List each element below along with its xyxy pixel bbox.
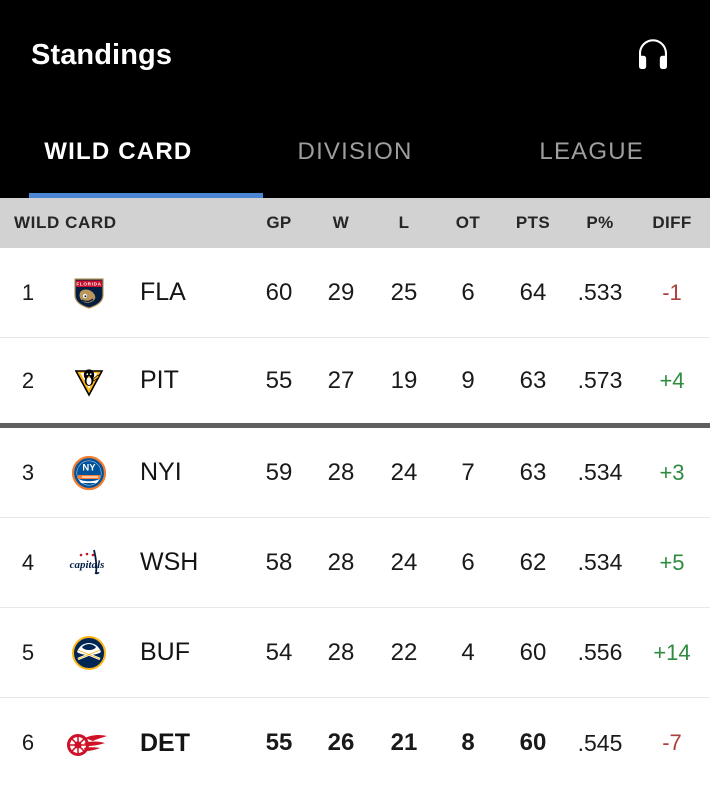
cell-pts: 60: [519, 638, 547, 666]
svg-text:capitals: capitals: [70, 559, 105, 571]
cell-team: DET: [140, 728, 190, 757]
table-row[interactable]: 6 DET 55 26 21 8 60 .545 -7: [0, 698, 710, 788]
table-row[interactable]: 1 FLORIDA FLA 60 29 25 6 64 .533 -1: [0, 248, 710, 338]
new-york-islanders-logo: NY: [56, 453, 122, 493]
cell-rank: 6: [21, 730, 35, 755]
cell-rank: 4: [21, 549, 35, 575]
table-row[interactable]: 5 BUF 54 28 22 4 60 .556 +14: [0, 608, 710, 698]
cell-diff: -1: [662, 279, 682, 305]
cell-ot: 7: [461, 458, 475, 486]
column-header-ppct: P%: [586, 213, 614, 232]
cell-l: 24: [390, 458, 418, 486]
cell-l: 25: [390, 278, 418, 306]
page-title: Standings: [31, 38, 173, 71]
cell-team: PIT: [140, 366, 179, 394]
cell-ot: 6: [461, 548, 475, 576]
svg-text:FLORIDA: FLORIDA: [76, 281, 101, 286]
cell-w: 28: [327, 458, 355, 486]
cell-ppct: .573: [577, 367, 623, 393]
cell-pts: 63: [519, 458, 547, 486]
cell-team: NYI: [140, 458, 182, 486]
cell-l: 24: [390, 548, 418, 576]
cell-ppct: .534: [577, 549, 623, 575]
cell-w: 27: [327, 366, 355, 394]
cell-pts: 60: [519, 729, 547, 756]
cell-l: 21: [390, 729, 418, 756]
table-row[interactable]: 4 capitals WSH 58 28 24 6 62 .534 +5: [0, 518, 710, 608]
cell-diff: +14: [653, 639, 691, 665]
cell-gp: 55: [265, 366, 293, 394]
standings-table: WILD CARD GP W L OT PTS P% DIFF 1 FLORID…: [0, 198, 710, 788]
detroit-red-wings-logo: [56, 726, 122, 760]
cell-w: 28: [327, 638, 355, 666]
cell-ot: 4: [461, 638, 475, 666]
cell-rank: 3: [21, 459, 35, 485]
column-header-pts: PTS: [515, 213, 551, 232]
tab-bar: WILD CARD DIVISION LEAGUE: [0, 110, 710, 198]
cell-w: 26: [327, 729, 355, 756]
cell-pts: 64: [519, 278, 547, 306]
cell-rank: 5: [21, 639, 35, 665]
headphones-icon[interactable]: [630, 32, 676, 78]
florida-panthers-logo: FLORIDA: [56, 273, 122, 313]
washington-capitals-logo: capitals: [56, 546, 122, 580]
cell-ppct: .534: [577, 459, 623, 485]
tab-wild-card-label: WILD CARD: [44, 138, 193, 165]
standings-rows: 1 FLORIDA FLA 60 29 25 6 64.533 -1 2 PIT 55 27 19 9…: [0, 248, 710, 788]
cell-gp: 60: [265, 278, 293, 306]
cell-ot: 9: [461, 366, 475, 394]
tab-wild-card[interactable]: WILD CARD: [0, 110, 237, 198]
column-header-w: W: [332, 213, 350, 232]
cell-gp: 55: [265, 729, 293, 756]
cell-w: 28: [327, 548, 355, 576]
cell-team: BUF: [140, 638, 190, 666]
tab-division-label: DIVISION: [297, 138, 413, 165]
table-row[interactable]: 2 PIT 55 27 19 9 63 .573 +4: [0, 338, 710, 428]
cell-diff: -7: [662, 730, 682, 755]
cell-rank: 1: [21, 279, 35, 305]
cell-pts: 62: [519, 548, 547, 576]
cell-pts: 63: [519, 366, 547, 394]
buffalo-sabres-logo: [56, 633, 122, 673]
column-header-ot: OT: [455, 213, 481, 232]
column-header-group: WILD CARD: [14, 213, 117, 232]
cell-gp: 59: [265, 458, 293, 486]
cell-ppct: .545: [577, 729, 623, 756]
table-row[interactable]: 3 NY NYI 59 28 24 7 63 .534 +3: [0, 428, 710, 518]
cell-ot: 6: [461, 278, 475, 306]
cell-diff: +3: [659, 459, 685, 485]
pittsburgh-penguins-logo: [56, 361, 122, 401]
cell-diff: +5: [659, 549, 685, 575]
cell-gp: 54: [265, 638, 293, 666]
cell-diff: +4: [659, 367, 685, 393]
cell-team: FLA: [140, 278, 186, 306]
app-bar: Standings: [0, 0, 710, 110]
column-header-gp: GP: [266, 213, 292, 232]
cell-team: WSH: [140, 548, 199, 576]
cell-l: 19: [390, 366, 418, 394]
tab-league-label: LEAGUE: [539, 138, 644, 165]
cell-ot: 8: [461, 729, 475, 756]
cell-w: 29: [327, 278, 355, 306]
table-column-headers: WILD CARD GP W L OT PTS P% DIFF: [0, 198, 710, 248]
cell-gp: 58: [265, 548, 293, 576]
tab-division[interactable]: DIVISION: [237, 110, 474, 198]
svg-text:NY: NY: [82, 462, 96, 473]
cell-rank: 2: [21, 367, 35, 393]
column-header-l: L: [398, 213, 410, 232]
cell-ppct: .556: [577, 639, 623, 665]
tab-league[interactable]: LEAGUE: [473, 110, 710, 198]
cell-l: 22: [390, 638, 418, 666]
column-header-diff: DIFF: [652, 213, 692, 232]
active-tab-indicator: [29, 193, 263, 198]
cell-ppct: .533: [577, 279, 623, 305]
